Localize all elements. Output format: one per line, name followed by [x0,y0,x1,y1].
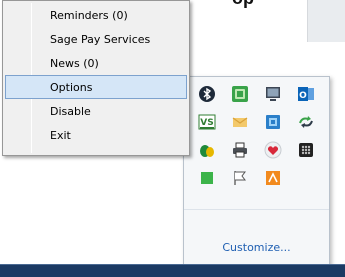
monitor-icon[interactable] [262,83,284,105]
visual-studio-icon[interactable]: VS [196,111,218,133]
tray-icon-grid: O VS [196,83,317,189]
heart-icon[interactable] [262,139,284,161]
sync-arrows-icon[interactable] [295,111,317,133]
network-icon[interactable] [262,111,284,133]
printer-icon[interactable] [229,139,251,161]
tray-context-menu: Reminders (0) Sage Pay Services News (0)… [2,0,190,156]
menu-item-exit[interactable]: Exit [5,123,187,147]
green-app-icon[interactable] [229,83,251,105]
menu-item-news[interactable]: News (0) [5,51,187,75]
dark-dots-icon[interactable] [295,139,317,161]
background-partial-title: op [232,0,254,9]
background-window-edge [307,0,345,42]
taskbar [0,264,345,277]
green-square-icon[interactable] [196,167,218,189]
flag-icon[interactable] [229,167,251,189]
notification-tray-overflow: O VS Customize... [183,76,330,274]
svg-text:VS: VS [200,118,213,128]
tray-divider [184,209,329,210]
leaf-icon[interactable] [196,139,218,161]
customize-link[interactable]: Customize... [184,241,329,254]
svg-text:O: O [299,91,307,101]
menu-item-disable[interactable]: Disable [5,99,187,123]
orange-app-icon[interactable] [262,167,284,189]
bluetooth-icon[interactable] [196,83,218,105]
outlook-icon[interactable]: O [295,83,317,105]
envelope-icon[interactable] [229,111,251,133]
menu-item-reminders[interactable]: Reminders (0) [5,3,187,27]
menu-item-options[interactable]: Options [5,75,187,99]
menu-item-sage-pay-services[interactable]: Sage Pay Services [5,27,187,51]
